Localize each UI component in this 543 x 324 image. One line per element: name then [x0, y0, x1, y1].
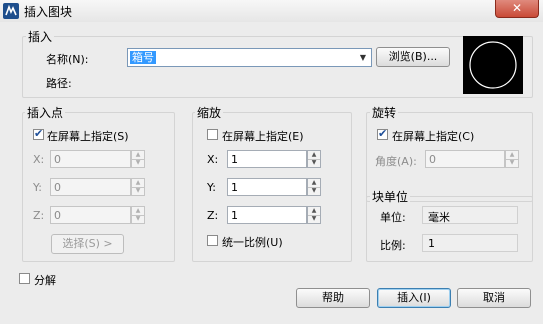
block-name-combo[interactable]: 箱号 ▼	[127, 48, 372, 67]
insert-button[interactable]: 插入(I)	[377, 288, 451, 308]
arrow-down-icon: ▼	[135, 159, 141, 166]
insertion-x-spinner[interactable]: ▲ ▼	[131, 150, 145, 168]
scale-x-label: X:	[207, 153, 219, 166]
scale-specify-label: 在屏幕上指定(E)	[222, 130, 304, 143]
scale-z-label: Z:	[207, 209, 219, 222]
block-name-value: 箱号	[130, 51, 156, 64]
unit-value: 毫米	[422, 206, 518, 224]
insertion-point-title: 插入点	[25, 104, 66, 121]
scale-y-input[interactable]: 1	[227, 178, 307, 196]
window-title: 插入图块	[24, 5, 73, 19]
check-icon: ✔	[378, 127, 388, 140]
explode-label: 分解	[34, 274, 56, 287]
scale-specify-checkbox[interactable]	[207, 129, 218, 140]
scale-y-label: Y:	[207, 181, 216, 194]
browse-button[interactable]: 浏览(B)...	[376, 47, 450, 67]
angle-spinner[interactable]: ▲ ▼	[505, 150, 519, 168]
scale-z-input[interactable]: 1	[227, 206, 307, 224]
insert-group	[22, 36, 533, 98]
close-button[interactable]: ✕	[495, 0, 539, 18]
rotation-title: 旋转	[370, 104, 399, 121]
check-icon: ✔	[34, 127, 44, 140]
insert-block-dialog: 插入图块 ✕ 插入 名称(N): 箱号 ▼ 浏览(B)... 路径: 插入点 ✔…	[0, 0, 543, 324]
rotation-specify-label: 在屏幕上指定(C)	[392, 130, 475, 143]
help-button[interactable]: 帮助	[296, 288, 370, 308]
ratio-label: 比例:	[380, 239, 406, 252]
app-icon	[3, 3, 19, 19]
unit-label: 单位:	[380, 211, 406, 224]
select-point-button[interactable]: 选择(S) >	[51, 234, 124, 254]
insertion-z-input[interactable]: 0	[50, 206, 131, 224]
arrow-down-icon: ▼	[311, 187, 317, 194]
angle-label: 角度(A):	[375, 155, 417, 168]
scale-x-spinner[interactable]: ▲ ▼	[307, 150, 321, 168]
path-label: 路径:	[46, 77, 72, 90]
scale-z-spinner[interactable]: ▲ ▼	[307, 206, 321, 224]
scale-x-input[interactable]: 1	[227, 150, 307, 168]
uniform-scale-checkbox[interactable]	[207, 235, 218, 246]
title-bar: 插入图块 ✕	[0, 0, 543, 23]
insertion-specify-checkbox[interactable]: ✔	[33, 127, 44, 140]
ratio-value: 1	[422, 234, 518, 252]
name-label: 名称(N):	[46, 53, 89, 66]
block-unit-title: 块单位	[370, 188, 411, 205]
arrow-down-icon: ▼	[311, 159, 317, 166]
insertion-z-label: Z:	[33, 209, 45, 222]
insert-group-title: 插入	[26, 28, 55, 45]
dialog-body: 插入 名称(N): 箱号 ▼ 浏览(B)... 路径: 插入点 ✔ 在屏幕上指定…	[0, 22, 543, 324]
insertion-y-input[interactable]: 0	[50, 178, 131, 196]
insertion-y-spinner[interactable]: ▲ ▼	[131, 178, 145, 196]
arrow-down-icon: ▼	[135, 215, 141, 222]
circle-preview-icon	[469, 41, 517, 89]
arrow-down-icon: ▼	[509, 159, 515, 166]
insertion-specify-label: 在屏幕上指定(S)	[47, 130, 129, 143]
cancel-button[interactable]: 取消	[457, 288, 531, 308]
uniform-scale-label: 统一比例(U)	[222, 236, 283, 249]
close-icon: ✕	[511, 1, 523, 15]
arrow-down-icon: ▼	[135, 187, 141, 194]
arrow-down-icon: ▼	[311, 215, 317, 222]
block-preview	[463, 36, 523, 94]
insertion-z-spinner[interactable]: ▲ ▼	[131, 206, 145, 224]
insertion-x-input[interactable]: 0	[50, 150, 131, 168]
chevron-down-icon[interactable]: ▼	[355, 49, 371, 66]
rotation-specify-checkbox[interactable]: ✔	[377, 127, 388, 140]
insertion-x-label: X:	[33, 153, 45, 166]
insertion-y-label: Y:	[33, 181, 42, 194]
scale-title: 缩放	[195, 104, 224, 121]
angle-input[interactable]: 0	[425, 150, 505, 168]
scale-y-spinner[interactable]: ▲ ▼	[307, 178, 321, 196]
explode-checkbox[interactable]	[19, 273, 30, 284]
